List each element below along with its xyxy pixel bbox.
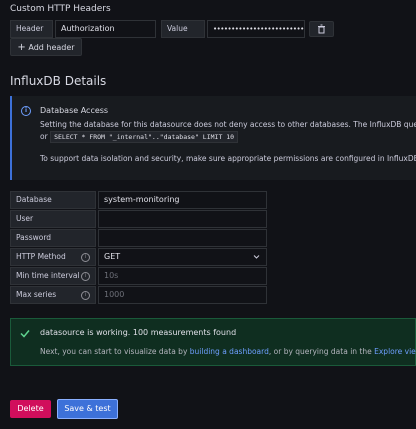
remove-header-button[interactable] <box>309 21 334 37</box>
header-value-input[interactable]: •••••••••••••••••••••••••• <box>207 20 305 38</box>
http-method-select[interactable]: GET <box>98 248 267 266</box>
user-input[interactable] <box>98 210 267 228</box>
password-label: Password <box>10 229 96 247</box>
info-icon[interactable]: i <box>81 253 90 262</box>
alert-line1: Setting the database for this datasource… <box>40 120 416 129</box>
min-interval-label-text: Min time interval <box>16 271 80 280</box>
min-interval-input[interactable]: 10s <box>98 267 267 285</box>
custom-headers-title: Custom HTTP Headers <box>10 4 111 14</box>
success-text: Next, you can start to visualize data by… <box>40 347 416 356</box>
explore-view-link[interactable]: Explore view <box>374 347 416 356</box>
delete-button[interactable]: Delete <box>10 400 51 418</box>
alert-code: SELECT * FROM "_internal".."database" LI… <box>50 131 239 143</box>
build-dashboard-link[interactable]: building a dashboard <box>190 347 269 356</box>
alert-title: Database Access <box>40 106 109 115</box>
max-series-label: Max series i <box>10 286 96 304</box>
alert-line2: or SELECT * FROM "_internal".."database"… <box>40 131 239 143</box>
success-title: datasource is working. 100 measurements … <box>40 328 237 337</box>
max-series-input[interactable]: 1000 <box>98 286 267 304</box>
database-access-alert: i Database Access Setting the database f… <box>10 96 416 180</box>
info-icon[interactable]: i <box>81 291 90 300</box>
trash-icon <box>318 24 325 34</box>
success-text-prefix: Next, you can start to visualize data by <box>40 347 188 356</box>
http-method-label-text: HTTP Method <box>16 252 66 261</box>
http-method-value: GET <box>104 252 121 261</box>
password-input[interactable] <box>98 229 267 247</box>
add-header-button[interactable]: + Add header <box>10 38 82 56</box>
database-label: Database <box>10 191 96 209</box>
value-label: Value <box>161 20 205 38</box>
success-alert: datasource is working. 100 measurements … <box>10 318 416 366</box>
header-name-input[interactable]: Authorization <box>55 20 156 38</box>
database-input[interactable]: system-monitoring <box>98 191 267 209</box>
min-interval-label: Min time interval i <box>10 267 96 285</box>
plus-icon: + <box>17 42 26 53</box>
max-series-label-text: Max series <box>16 290 57 299</box>
save-and-test-button[interactable]: Save & test <box>57 399 118 419</box>
alert-accent-bar <box>10 96 12 180</box>
influxdb-details-title: InfluxDB Details <box>10 74 107 88</box>
alert-line3: To support data isolation and security, … <box>40 154 416 163</box>
chevron-down-icon <box>253 255 260 259</box>
info-icon: i <box>21 106 31 116</box>
user-label: User <box>10 210 96 228</box>
info-icon[interactable]: i <box>81 272 90 281</box>
alert-line2-prefix: or <box>40 132 48 141</box>
add-header-label: Add header <box>28 43 75 52</box>
header-label: Header <box>10 20 53 38</box>
http-method-label: HTTP Method i <box>10 248 96 266</box>
check-icon <box>20 330 30 338</box>
success-text-middle: , or by querying data in the <box>268 347 372 356</box>
